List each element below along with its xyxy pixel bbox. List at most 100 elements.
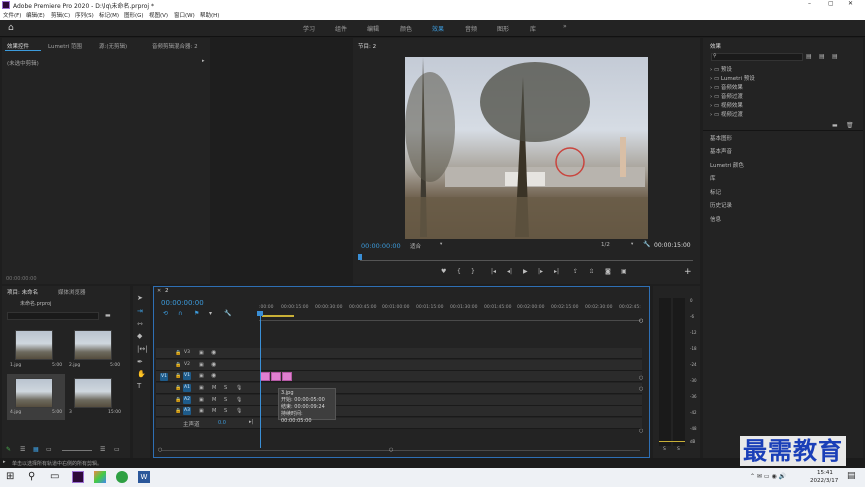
effects-folder-audio-transitions[interactable]: › ▭ 音频过渡 (710, 92, 743, 100)
panel-essential-sound[interactable]: 基本声音 (710, 147, 732, 155)
menu-view[interactable]: 视图(V) (149, 11, 168, 19)
word-taskbar-icon[interactable]: W (138, 471, 150, 483)
video-scroll-handle-icon[interactable]: ○ (639, 375, 643, 381)
track-v3[interactable] (156, 348, 642, 359)
eye-icon[interactable]: ◉ (211, 349, 216, 356)
freeform-view-icon[interactable]: ▭ (46, 446, 52, 453)
timeline-close-icon[interactable]: ✕ (157, 288, 161, 294)
hand-tool-icon[interactable]: ✋ (137, 370, 146, 378)
fit-dropdown-chevron-icon[interactable]: ▾ (440, 242, 442, 247)
tab-lumetri-scopes[interactable]: Lumetri 范围 (48, 42, 82, 50)
export-frame-icon[interactable]: ◙ (605, 268, 611, 275)
razor-tool-icon[interactable]: ◆ (137, 332, 142, 340)
resolution-dropdown[interactable]: 1/2 (601, 242, 610, 248)
go-to-end-icon[interactable]: ▸| (249, 419, 253, 425)
track-label-a3[interactable]: A3 (183, 407, 191, 415)
tab-project[interactable]: 项目: 未命名 (7, 288, 38, 296)
work-area-bar[interactable] (262, 315, 294, 317)
menu-clip[interactable]: 剪辑(C) (51, 11, 70, 19)
track-label-v2[interactable]: V2 (183, 361, 191, 369)
project-item-thumbnail[interactable] (74, 330, 112, 360)
program-scrub-bar[interactable] (360, 260, 693, 263)
timeline-playhead-head[interactable] (257, 311, 263, 316)
lift-icon[interactable]: ⇪ (573, 268, 578, 275)
icon-view-icon[interactable]: ▦ (33, 446, 39, 453)
track-master[interactable] (156, 418, 642, 429)
expand-arrow-icon[interactable]: ▸ (202, 58, 205, 64)
h-scroll-right-handle-icon[interactable]: ○ (389, 447, 393, 453)
new-bin-icon[interactable]: ▬ (832, 122, 838, 129)
program-current-timecode[interactable]: 00:00:00:00 (361, 242, 401, 250)
track-label-a2[interactable]: A2 (183, 396, 191, 404)
effects-folder-video-transitions[interactable]: › ▭ 视频过渡 (710, 110, 743, 118)
app-taskbar-icon[interactable] (94, 471, 106, 483)
menu-sequence[interactable]: 序列(S) (75, 11, 94, 19)
menu-window[interactable]: 窗口(W) (174, 11, 195, 19)
panel-markers[interactable]: 标记 (710, 188, 721, 196)
pen-tool-icon[interactable]: ✒ (137, 358, 143, 366)
menu-graphics[interactable]: 图形(G) (124, 11, 144, 19)
program-playhead[interactable] (358, 254, 362, 260)
track-lock-icon[interactable]: 🔒 (175, 373, 181, 379)
resolution-chevron-icon[interactable]: ▾ (631, 242, 633, 247)
menu-edit[interactable]: 编辑(E) (26, 11, 45, 19)
track-lock-icon[interactable]: 🔒 (175, 350, 181, 356)
effects-folder-presets[interactable]: › ▭ 预设 (710, 65, 732, 73)
timeline-ruler[interactable]: :00:00 00:00:15:00 00:00:30:00 00:00:45:… (259, 305, 641, 315)
h-scroll-left-handle-icon[interactable]: ○ (158, 447, 162, 453)
linked-selection-icon[interactable]: ∩ (178, 310, 182, 317)
effects-folder-lumetri-presets[interactable]: › ▭ Lumetri 预设 (710, 74, 755, 82)
menu-file[interactable]: 文件(F) (3, 11, 21, 19)
new-search-bin-icon[interactable]: ▬ (105, 312, 111, 319)
track-lock-icon[interactable]: 🔒 (175, 362, 181, 368)
tab-effect-controls[interactable]: 效果控件 (7, 42, 29, 50)
ruler-scrollbar[interactable] (259, 320, 641, 323)
panel-history[interactable]: 历史记录 (710, 201, 732, 209)
effects-search-input[interactable] (711, 53, 803, 61)
project-item-thumbnail[interactable] (15, 330, 53, 360)
play-icon[interactable]: ▶ (523, 268, 528, 275)
list-view-icon[interactable]: ☰ (20, 446, 25, 453)
go-to-out-icon[interactable]: ▸| (554, 268, 559, 275)
task-view-icon[interactable]: ▭ (50, 471, 59, 482)
mute-button[interactable]: M (212, 385, 216, 391)
track-select-tool-icon[interactable]: ⇥ (137, 307, 143, 315)
voiceover-mic-icon[interactable]: 🎙 (236, 385, 242, 391)
track-label-a1[interactable]: A1 (183, 384, 191, 392)
effects-folder-video-effects[interactable]: › ▭ 视频效果 (710, 101, 743, 109)
windows-start-icon[interactable]: ⊞ (6, 471, 14, 482)
sync-lock-icon[interactable]: ▣ (199, 362, 204, 368)
type-tool-icon[interactable]: T (137, 382, 141, 390)
marker-icon[interactable]: ▾ (209, 310, 212, 317)
track-label-v3[interactable]: V3 (183, 349, 191, 357)
accelerated-effects-icon[interactable]: ▤ (806, 53, 812, 60)
timeline-playhead-line[interactable] (260, 312, 261, 448)
solo-button[interactable]: S (224, 385, 227, 391)
fit-dropdown[interactable]: 适合 (410, 242, 421, 250)
effects-folder-audio-effects[interactable]: › ▭ 音频效果 (710, 83, 743, 91)
tab-audio-clip-mixer[interactable]: 音频剪辑混合器: 2 (152, 42, 198, 50)
search-icon[interactable]: ⚲ (28, 471, 35, 482)
tab-media-browser[interactable]: 媒体浏览器 (58, 288, 86, 296)
sync-lock-icon[interactable]: ▣ (199, 373, 204, 379)
timeline-tab[interactable]: 2 (165, 288, 169, 294)
master-track-value[interactable]: 0.0 (218, 420, 226, 426)
sync-lock-icon[interactable]: ▣ (199, 385, 204, 391)
workspace-audio[interactable]: 音频 (465, 24, 477, 33)
workspace-learning[interactable]: 学习 (303, 24, 315, 33)
workspace-effects[interactable]: 效果 (432, 24, 444, 33)
ripple-edit-tool-icon[interactable]: ⇿ (137, 320, 143, 328)
step-back-icon[interactable]: ◂| (507, 268, 512, 275)
wrench-icon[interactable]: 🔧 (643, 241, 650, 248)
tray-icons[interactable]: ⌃ ✉ ▭ ◉ 🔊 (750, 473, 786, 480)
selection-tool-icon[interactable]: ➤ (137, 294, 143, 302)
sync-lock-icon[interactable]: ▣ (199, 408, 204, 414)
program-tab[interactable]: 节目: 2 (358, 42, 376, 50)
solo-button[interactable]: S (224, 397, 227, 403)
track-a2[interactable] (156, 395, 642, 406)
track-a1[interactable] (156, 383, 642, 394)
maximize-button[interactable]: ▢ (828, 0, 834, 7)
sort-icon[interactable]: ☰ (100, 446, 105, 453)
snap-icon[interactable]: ⟲ (163, 310, 168, 317)
solo-left-button[interactable]: S (663, 447, 666, 452)
